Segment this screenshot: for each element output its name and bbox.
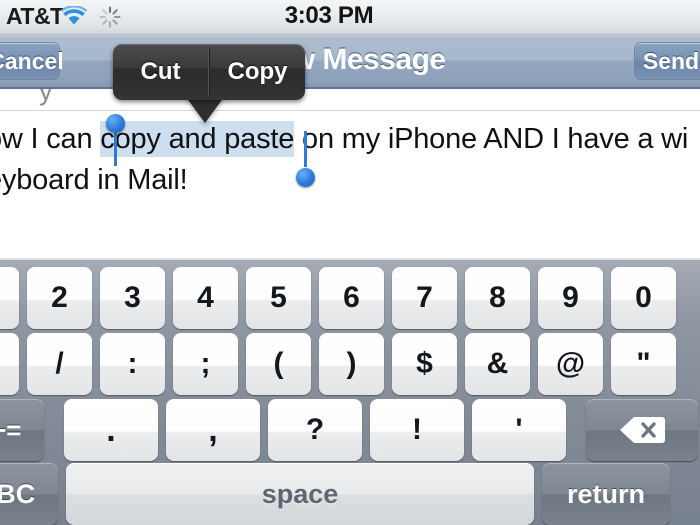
key-question-mark[interactable]: ?: [268, 399, 362, 461]
field-divider: [0, 110, 700, 111]
key-5[interactable]: 5: [246, 267, 311, 329]
key-slash[interactable]: /: [27, 333, 92, 395]
message-body-text[interactable]: ow I can copy and paste on my iPhone AND…: [0, 119, 700, 201]
delete-backspace-icon-glyph: [620, 417, 665, 443]
key-ampersand[interactable]: &: [465, 333, 530, 395]
keyboard-row-bottom: ABC space return: [0, 463, 700, 525]
key-1[interactable]: 1: [0, 267, 19, 329]
key-9[interactable]: 9: [538, 267, 603, 329]
key-colon[interactable]: :: [100, 333, 165, 395]
key-apostrophe[interactable]: ': [472, 399, 566, 461]
key-period[interactable]: .: [64, 399, 158, 461]
cancel-button[interactable]: Cancel: [0, 42, 64, 80]
onscreen-keyboard[interactable]: 1 2 3 4 5 6 7 8 9 0 - / : ; ( ) $ & @ " …: [0, 258, 700, 525]
body-text-before-selection: ow I can: [0, 123, 93, 155]
key-paren-close[interactable]: ): [319, 333, 384, 395]
key-semicolon[interactable]: ;: [173, 333, 238, 395]
status-bar: AT&T 3:03 PM: [0, 0, 700, 35]
key-return[interactable]: return: [542, 463, 670, 525]
key-symbols-shift[interactable]: #+=: [0, 399, 44, 461]
page-title: New Message: [254, 43, 446, 76]
keyboard-row-punctuation: - / : ; ( ) $ & @ ": [0, 333, 700, 395]
body-text-after-selection: on my iPhone AND I have a wi: [294, 123, 689, 155]
message-compose-area[interactable]: y ow I can copy and paste on my iPhone A…: [0, 89, 700, 258]
key-quote[interactable]: ": [611, 333, 676, 395]
copy-button[interactable]: Copy: [210, 44, 305, 100]
selection-handle-start[interactable]: [106, 114, 125, 133]
selection-handle-end[interactable]: [296, 168, 315, 187]
key-hyphen[interactable]: -: [0, 333, 19, 395]
key-7[interactable]: 7: [392, 267, 457, 329]
edit-menu-arrow: [186, 97, 224, 123]
iphone-screen: AT&T 3:03 PM New Message Cancel Send: [0, 0, 700, 525]
key-0[interactable]: 0: [611, 267, 676, 329]
status-clock: 3:03 PM: [284, 2, 374, 29]
key-at[interactable]: @: [538, 333, 603, 395]
selection-caret-end: [304, 131, 307, 167]
subject-field-descender: y: [39, 89, 53, 106]
key-4[interactable]: 4: [173, 267, 238, 329]
key-paren-open[interactable]: (: [246, 333, 311, 395]
selected-text[interactable]: copy and paste: [100, 121, 294, 157]
selection-caret-start: [114, 130, 117, 166]
key-space[interactable]: space: [66, 463, 534, 525]
body-line-1: ow I can copy and paste on my iPhone AND…: [0, 119, 700, 160]
delete-backspace-icon[interactable]: [586, 399, 698, 461]
cut-button[interactable]: Cut: [113, 44, 208, 100]
key-8[interactable]: 8: [465, 267, 530, 329]
edit-menu-popup: Cut Copy: [113, 44, 305, 100]
key-3[interactable]: 3: [100, 267, 165, 329]
navigation-bar: New Message Cancel Send: [0, 35, 700, 89]
keyboard-row-symbols: #+= . , ? ! ': [0, 399, 700, 461]
body-line-2: eyboard in Mail!: [0, 164, 188, 196]
key-dollar[interactable]: $: [392, 333, 457, 395]
keyboard-row-numbers: 1 2 3 4 5 6 7 8 9 0: [0, 267, 700, 329]
send-button[interactable]: Send: [634, 42, 700, 80]
key-abc[interactable]: ABC: [0, 463, 58, 525]
key-2[interactable]: 2: [27, 267, 92, 329]
key-exclamation-mark[interactable]: !: [370, 399, 464, 461]
key-6[interactable]: 6: [319, 267, 384, 329]
key-comma[interactable]: ,: [166, 399, 260, 461]
